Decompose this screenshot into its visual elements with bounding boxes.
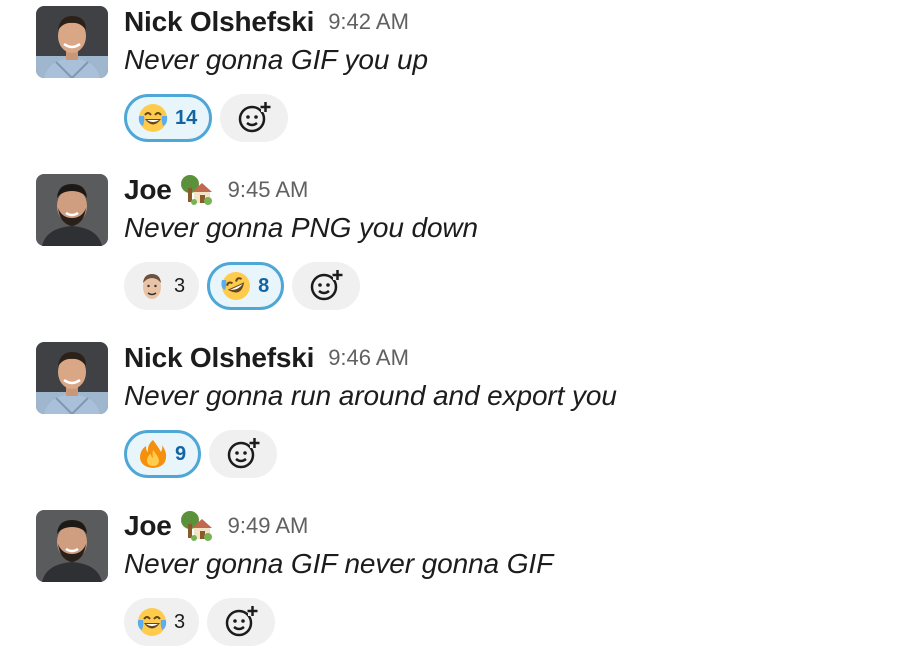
message-header: Nick Olshefski 9:46 AM	[124, 340, 409, 376]
message: Nick Olshefski 9:46 AM Never gonna run a…	[0, 336, 912, 504]
add-reaction-button[interactable]	[292, 262, 361, 310]
timestamp[interactable]: 9:45 AM	[228, 177, 309, 203]
add-reaction-button[interactable]	[209, 430, 278, 478]
joy-emoji-icon	[137, 102, 169, 134]
author-name[interactable]: Nick Olshefski	[124, 6, 314, 38]
message-text: Never gonna GIF you up	[124, 44, 428, 75]
author-name[interactable]: Nick Olshefski	[124, 342, 314, 374]
reaction-pill[interactable]: 9	[124, 430, 202, 478]
reaction-count: 3	[174, 610, 186, 633]
author-name[interactable]: Joe	[124, 510, 172, 542]
avatar-joe[interactable]	[36, 174, 108, 246]
reactions-bar: 14	[124, 94, 289, 142]
reaction-pill[interactable]: 8	[207, 262, 285, 310]
joy-emoji-icon	[136, 606, 168, 638]
add-reaction-icon	[225, 436, 261, 472]
avatar-nick[interactable]	[36, 6, 108, 78]
rofl-emoji-icon	[220, 270, 252, 302]
message-header: Joe 9:45 AM	[124, 172, 308, 208]
reactions-bar: 3	[124, 598, 276, 646]
message-header: Joe 9:49 AM	[124, 508, 308, 544]
add-reaction-button[interactable]	[207, 598, 276, 646]
reaction-pill[interactable]: 3	[124, 262, 200, 310]
message: Joe 9:49 AM Never gonna GIF never gonna …	[0, 504, 912, 672]
message: Joe 9:45 AM Never gonna PNG you down 3 8	[0, 168, 912, 336]
author-name[interactable]: Joe	[124, 174, 172, 206]
house-with-garden-icon[interactable]	[180, 174, 214, 206]
add-reaction-icon	[236, 100, 272, 136]
message-text: Never gonna PNG you down	[124, 212, 479, 243]
reaction-count: 8	[258, 274, 270, 297]
add-reaction-button[interactable]	[220, 94, 289, 142]
reactions-bar: 9	[124, 430, 278, 478]
reaction-pill[interactable]: 3	[124, 598, 200, 646]
fire-emoji-icon	[137, 438, 169, 470]
add-reaction-icon	[223, 604, 259, 640]
message-header: Nick Olshefski 9:42 AM	[124, 4, 409, 40]
timestamp[interactable]: 9:49 AM	[228, 513, 309, 539]
message-text: Never gonna run around and export you	[124, 380, 617, 411]
reaction-pill[interactable]: 14	[124, 94, 213, 142]
reaction-count: 3	[174, 274, 186, 297]
avatar-nick[interactable]	[36, 342, 108, 414]
reaction-count: 14	[175, 106, 198, 129]
house-with-garden-icon[interactable]	[180, 510, 214, 542]
timestamp[interactable]: 9:46 AM	[328, 345, 409, 371]
timestamp[interactable]: 9:42 AM	[328, 9, 409, 35]
message: Nick Olshefski 9:42 AM Never gonna GIF y…	[0, 0, 912, 168]
add-reaction-icon	[308, 268, 344, 304]
reaction-count: 9	[175, 442, 187, 465]
reactions-bar: 3 8	[124, 262, 361, 310]
face-custom-emoji-icon	[136, 270, 168, 302]
avatar-joe[interactable]	[36, 510, 108, 582]
message-text: Never gonna GIF never gonna GIF	[124, 548, 554, 579]
